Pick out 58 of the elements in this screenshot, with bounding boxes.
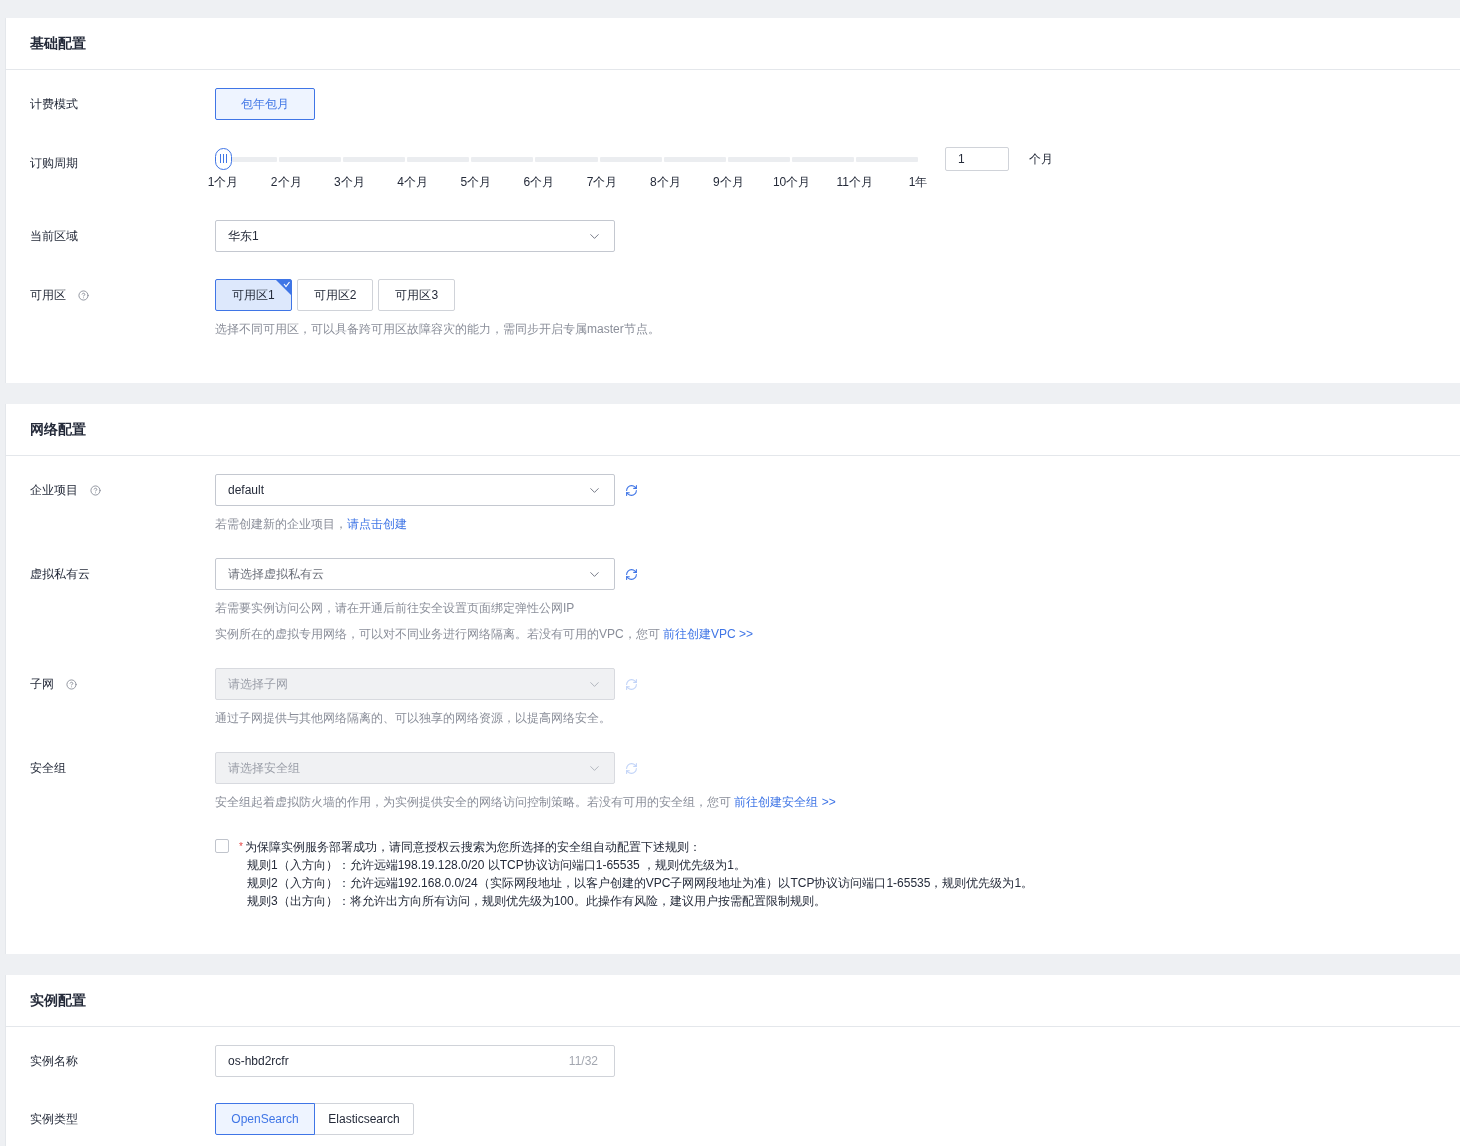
tick-label: 1年 [908, 174, 928, 191]
hint-text: 若需创建新的企业项目，请点击创建 [215, 516, 408, 532]
field-label: 安全组 [30, 760, 66, 777]
field-label: 计费模式 [30, 96, 78, 113]
create-link[interactable]: 前往创建VPC >> [663, 627, 754, 641]
refresh-icon[interactable] [625, 483, 638, 497]
option-button[interactable]: 包年包月 [215, 88, 315, 120]
char-counter: 11/32 [568, 1053, 598, 1070]
select-field[interactable]: 华东1 [215, 220, 615, 252]
field-label: 可用区 [30, 287, 66, 304]
unit-label: 个月 [1029, 151, 1053, 168]
field-label: 订购周期 [30, 155, 78, 172]
hint-text: 实例所在的虚拟专用网络，可以对不同业务进行网络隔离。若没有可用的VPC，您可 前往创建VPC >> [215, 626, 754, 642]
field-label: 实例类型 [30, 1111, 78, 1128]
hint-text: 若需要实例访问公网，请在开通后前往安全设置页面绑定弹性公网IP [215, 600, 576, 616]
create-link[interactable]: 请点击创建 [347, 517, 407, 531]
tick-label: 6个月 [523, 174, 555, 191]
required-mark: * [239, 840, 243, 854]
section-title: 网络配置 [30, 420, 86, 439]
help-icon[interactable] [90, 484, 101, 496]
select-field[interactable]: 请选择虚拟私有云 [215, 558, 615, 590]
name-input[interactable]: os-hbd2rcfr 11/32 [215, 1045, 615, 1077]
tick-label: 10个月 [772, 174, 811, 191]
type-option[interactable]: Elasticsearch [314, 1103, 414, 1135]
section-title: 基础配置 [30, 34, 86, 53]
field-label: 实例名称 [30, 1053, 78, 1070]
zone-option[interactable]: 可用区1 [215, 279, 292, 311]
field-label: 虚拟私有云 [30, 566, 90, 583]
refresh-icon[interactable] [625, 567, 638, 581]
tick-label: 1个月 [207, 174, 239, 191]
tick-label: 11个月 [836, 174, 874, 191]
zone-option[interactable]: 可用区3 [378, 279, 456, 311]
agreement-text: 为保障实例服务部署成功，请同意授权云搜索为您所选择的安全组自动配置下述规则： [244, 839, 701, 856]
hint-text: 通过子网提供与其他网络隔离的、可以独享的网络资源，以提高网络安全。 [215, 710, 612, 726]
section-title: 实例配置 [30, 991, 86, 1010]
type-option[interactable]: OpenSearch [215, 1103, 315, 1135]
rule-text: 规则3（出方向）：将允许出方向所有访问，规则优先级为100。此操作有风险，建议用户按需配置限制规则。 [246, 893, 827, 910]
tick-label: 4个月 [397, 174, 428, 191]
checkbox[interactable] [215, 839, 229, 853]
hint-text: 安全组起着虚拟防火墙的作用，为实例提供安全的网络访问控制策略。若没有可用的安全组，您可 前往创建安全组 >> [215, 794, 836, 810]
field-label: 子网 [30, 676, 54, 693]
field-label: 企业项目 [30, 482, 78, 499]
tick-label: 9个月 [713, 174, 744, 191]
selected-corner-icon [275, 280, 291, 295]
tick-label: 7个月 [586, 174, 618, 191]
rule-text: 规则1（入方向）：允许远端198.19.128.0/20 以TCP协议访问端口1-65535 ，规则优先级为1。 [246, 857, 747, 874]
slider-thumb[interactable] [215, 147, 232, 170]
tick-label: 8个月 [649, 174, 681, 191]
zone-option[interactable]: 可用区2 [296, 279, 374, 311]
help-icon[interactable] [78, 289, 89, 301]
select-field[interactable]: default [215, 474, 615, 506]
tick-label: 3个月 [334, 174, 365, 191]
hint-text: 选择不同可用区，可以具备跨可用区故障容灾的能力，需同步开启专属master节点。 [215, 321, 660, 337]
rule-text: 规则2（入方向）：允许远端192.168.0.0/24（实际网段地址，以客户创建的VPC子网网段地址为准）以TCP协议访问端口1-65535，规则优先级为1。 [246, 875, 1034, 892]
field-label: 当前区域 [30, 228, 78, 245]
tick-label: 2个月 [270, 174, 302, 191]
period-input[interactable]: 1 [945, 147, 1009, 171]
tick-label: 5个月 [460, 174, 492, 191]
